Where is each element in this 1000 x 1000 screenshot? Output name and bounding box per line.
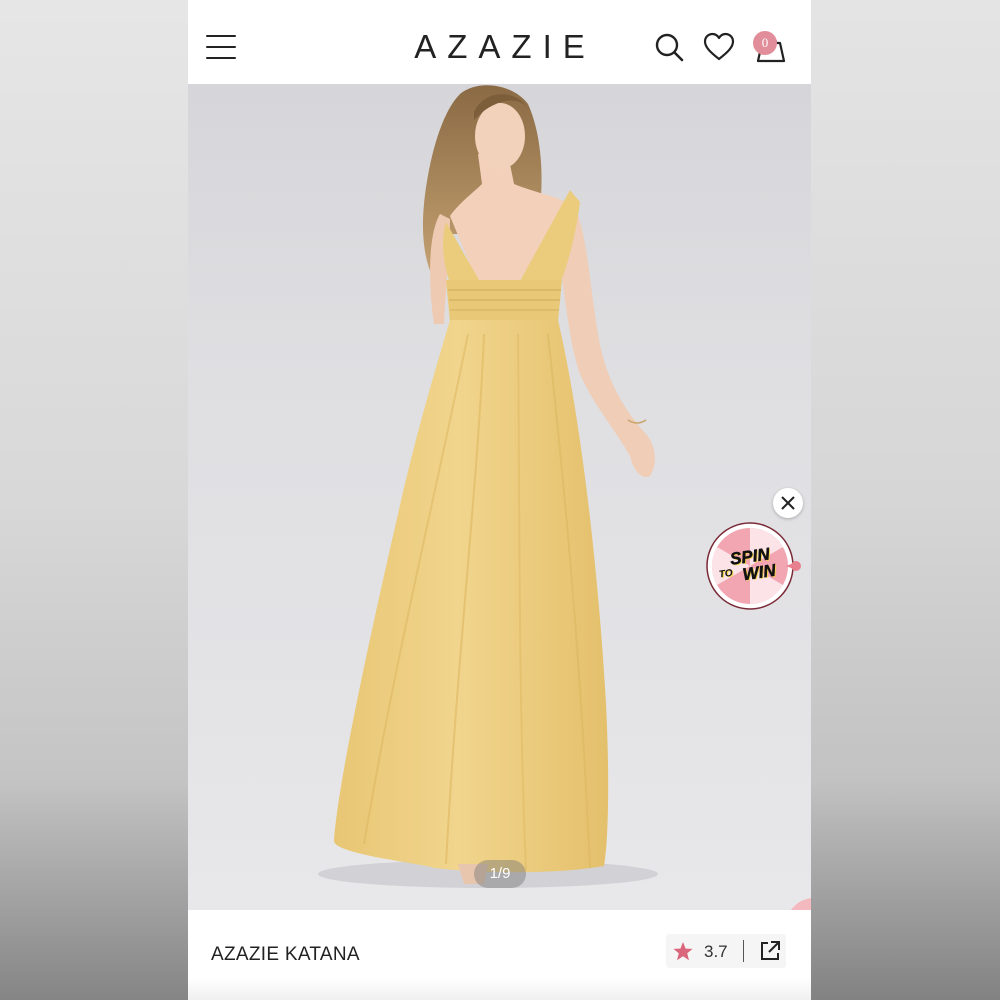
heart-icon[interactable] — [702, 30, 736, 64]
top-nav-bar: AZAZIE 0 — [188, 0, 811, 85]
promo-word-to: TO — [718, 567, 734, 581]
product-image-gallery[interactable]: 1/9 SPIN TO WIN — [188, 84, 811, 910]
right-backdrop — [811, 0, 1000, 1000]
rating-value: 3.7 — [704, 942, 728, 961]
left-backdrop — [0, 0, 188, 1000]
share-icon[interactable] — [758, 939, 782, 963]
rating-box[interactable]: 3.7 — [666, 934, 786, 968]
spin-to-win-promo[interactable]: SPIN TO WIN — [704, 520, 804, 612]
cart-count-badge: 0 — [753, 31, 777, 55]
rating-divider — [743, 940, 744, 962]
image-counter: 1/9 — [474, 860, 526, 888]
close-promo-button[interactable] — [773, 488, 803, 518]
product-name: AZAZIE KATANA — [211, 944, 360, 965]
product-info-bar: AZAZIE KATANA 3.7 — [188, 910, 811, 1000]
phone-screen: AZAZIE 0 1/9 SPIN TO WIN AZAZIE KATANA 3… — [188, 0, 811, 1000]
search-icon[interactable] — [652, 30, 686, 64]
bottom-fade — [188, 978, 811, 1000]
close-icon — [781, 496, 795, 510]
star-icon — [673, 942, 693, 961]
model-in-dress-image — [318, 85, 658, 888]
